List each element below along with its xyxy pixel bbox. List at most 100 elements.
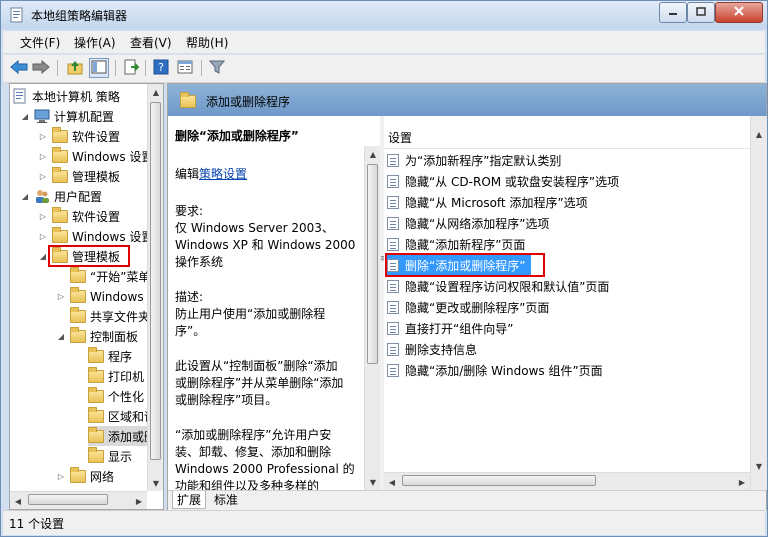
list-item[interactable]: 为“添加新程序”指定默认类别: [387, 150, 561, 170]
minimize-button[interactable]: [659, 2, 687, 23]
tree-item-admin-templates[interactable]: ▷ 管理模板: [38, 166, 120, 186]
scroll-down-icon[interactable]: ▼: [365, 474, 380, 490]
up-level-button[interactable]: [65, 58, 85, 78]
tree-item-local-computer-policy[interactable]: 本地计算机 策略: [12, 86, 120, 106]
list-column-header[interactable]: 设置: [384, 126, 766, 149]
scroll-up-icon[interactable]: ▲: [148, 84, 163, 100]
tree-item-software-settings[interactable]: ▷ 软件设置: [38, 126, 120, 146]
forward-button[interactable]: [31, 58, 51, 78]
collapse-arrow-icon[interactable]: ◢: [20, 111, 30, 121]
description-line: 装、卸载、修复、添加和删除: [175, 445, 332, 459]
tree-item-control-panel[interactable]: ◢ 控制面板: [56, 326, 138, 346]
export-list-button[interactable]: [121, 58, 141, 78]
list-hscroll-thumb[interactable]: [402, 475, 596, 486]
back-button[interactable]: [9, 58, 29, 78]
list-item[interactable]: 隐藏“设置程序访问权限和默认值”页面: [387, 276, 609, 296]
scroll-down-icon[interactable]: ▼: [751, 458, 767, 474]
list-vertical-scrollbar[interactable]: ▲ ▼: [750, 116, 767, 490]
tree-item-user-windows-settings[interactable]: ▷ Windows 设置: [38, 226, 153, 246]
scroll-left-icon[interactable]: ◀: [384, 473, 400, 491]
tree-hscroll-thumb[interactable]: [28, 494, 108, 505]
tree-item-personalization[interactable]: 个性化: [88, 386, 144, 406]
tree-horizontal-scrollbar[interactable]: ◀ ▶: [10, 491, 147, 509]
expand-arrow-icon[interactable]: ▷: [38, 171, 48, 181]
scroll-up-icon[interactable]: ▲: [751, 126, 767, 142]
folder-icon: [70, 307, 86, 324]
tab-standard[interactable]: 标准: [210, 491, 242, 508]
collapse-arrow-icon[interactable]: ◢: [38, 251, 48, 261]
tree-item-printers[interactable]: 打印机: [88, 366, 144, 386]
scroll-right-icon[interactable]: ▶: [734, 473, 750, 491]
extended-description: 删除“添加或删除程序” 编辑策略设置 要求: 仅 Windows Server …: [168, 116, 380, 490]
maximize-icon: [696, 6, 706, 20]
help-button[interactable]: ?: [151, 58, 171, 78]
toolbar: ?: [3, 54, 765, 83]
scroll-down-icon[interactable]: ▼: [148, 475, 163, 491]
description-scrollbar[interactable]: ▲ ▼: [364, 146, 380, 490]
tree-item-windows-settings[interactable]: ▷ Windows 设置: [38, 146, 153, 166]
tree-vertical-scrollbar[interactable]: ▲ ▼: [147, 84, 163, 491]
filter-button[interactable]: [207, 58, 227, 78]
policy-setting-icon: [387, 195, 399, 209]
tree-scroll-thumb[interactable]: [150, 102, 161, 460]
menu-help[interactable]: 帮助(H): [183, 34, 231, 51]
list-horizontal-scrollbar[interactable]: ◀ ▶: [384, 472, 750, 491]
tree-label: 显示: [108, 449, 133, 464]
list-item[interactable]: 隐藏“从 CD-ROM 或软盘安装程序”选项: [387, 171, 619, 191]
list-item[interactable]: 删除支持信息: [387, 339, 477, 359]
expand-arrow-icon[interactable]: ▷: [38, 151, 48, 161]
users-icon: [34, 188, 50, 204]
collapse-arrow-icon[interactable]: ◢: [20, 191, 30, 201]
computer-icon: [34, 108, 50, 124]
folder-icon: [88, 387, 104, 404]
tree-label: 程序: [108, 349, 133, 364]
menu-action[interactable]: 操作(A): [71, 34, 119, 51]
edit-policy-link[interactable]: 策略设置: [199, 167, 247, 181]
setting-title: 删除“添加或删除程序”: [175, 129, 299, 143]
list-item-label: 隐藏“从 Microsoft 添加程序”选项: [405, 195, 588, 210]
scroll-right-icon[interactable]: ▶: [131, 492, 147, 509]
list-item[interactable]: 隐藏“从 Microsoft 添加程序”选项: [387, 192, 588, 212]
show-hide-tree-button[interactable]: [89, 58, 109, 78]
tree-item-display[interactable]: 显示: [88, 446, 132, 466]
folder-icon: [70, 327, 86, 344]
tree-label: 管理模板: [72, 169, 121, 184]
requirements-label: 要求:: [175, 204, 204, 218]
scroll-left-icon[interactable]: ◀: [10, 492, 26, 509]
tree-item-network[interactable]: ▷ 网络: [56, 466, 114, 486]
list-item[interactable]: 隐藏“添加新程序”页面: [387, 234, 525, 254]
requirements-line: 操作系统: [175, 255, 224, 269]
tree-item-shared-folders[interactable]: 共享文件夹: [70, 306, 150, 326]
list-item[interactable]: 隐藏“从网络添加程序”选项: [387, 213, 549, 233]
menu-file[interactable]: 文件(F): [17, 34, 63, 51]
tree-item-user-software-settings[interactable]: ▷ 软件设置: [38, 206, 120, 226]
collapse-arrow-icon[interactable]: ◢: [56, 331, 66, 341]
close-icon: [733, 5, 745, 20]
scroll-up-icon[interactable]: ▲: [365, 146, 380, 162]
maximize-button[interactable]: [687, 2, 715, 23]
menu-view[interactable]: 查看(V): [127, 34, 175, 51]
expand-arrow-icon[interactable]: ▷: [38, 131, 48, 141]
expand-arrow-icon[interactable]: ▷: [56, 471, 66, 481]
tree-label: 控制面板: [90, 329, 139, 344]
description-line: 序”。: [175, 324, 206, 338]
expand-arrow-icon[interactable]: ▷: [56, 291, 66, 301]
tree-item-computer-config[interactable]: ◢ 计算机配置: [20, 106, 114, 126]
tab-extended[interactable]: 扩展: [172, 491, 207, 509]
close-button[interactable]: [715, 2, 763, 23]
policy-setting-icon: [387, 300, 399, 314]
expand-arrow-icon[interactable]: ▷: [38, 231, 48, 241]
category-title: 添加或删除程序: [206, 95, 291, 109]
list-item[interactable]: 隐藏“添加/删除 Windows 组件”页面: [387, 360, 603, 380]
tree-label: 网络: [90, 469, 115, 484]
list-item[interactable]: 直接打开“组件向导”: [387, 318, 513, 338]
list-item[interactable]: 隐藏“更改或删除程序”页面: [387, 297, 549, 317]
list-item-label: 隐藏“设置程序访问权限和默认值”页面: [405, 279, 610, 294]
properties-button[interactable]: [175, 58, 195, 78]
tree-item-user-config[interactable]: ◢ 用户配置: [20, 186, 102, 206]
tree-label: 个性化: [108, 389, 145, 404]
description-scroll-thumb[interactable]: [367, 164, 378, 364]
tab-label: 标准: [214, 493, 239, 507]
expand-arrow-icon[interactable]: ▷: [38, 211, 48, 221]
tree-item-programs[interactable]: 程序: [88, 346, 132, 366]
